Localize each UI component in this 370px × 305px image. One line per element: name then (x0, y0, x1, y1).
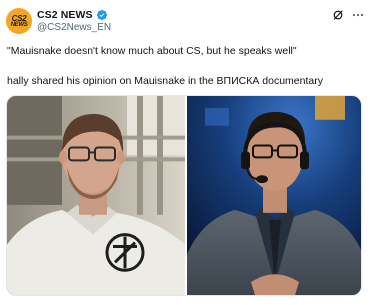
grok-icon[interactable] (332, 9, 344, 21)
tweet-text-quote: "Mauisnake doesn't know much about CS, b… (7, 45, 297, 57)
avatar[interactable]: CS2 NEWS (6, 8, 32, 34)
display-name[interactable]: CS2 NEWS (37, 9, 93, 21)
media-photo-left[interactable] (7, 96, 185, 295)
more-icon[interactable] (351, 9, 365, 21)
media-grid[interactable] (6, 95, 362, 296)
avatar-logo: CS2 NEWS (10, 13, 28, 28)
verified-badge-icon (96, 9, 107, 21)
handle[interactable]: @CS2News_EN (37, 22, 111, 33)
tweet-text-body: hally shared his opinion on Mauisnake in… (7, 75, 323, 87)
media-photo-right[interactable] (187, 96, 362, 295)
tweet-card[interactable]: CS2 NEWS CS2 NEWS @CS2News_EN "Mauisnake… (0, 0, 370, 305)
